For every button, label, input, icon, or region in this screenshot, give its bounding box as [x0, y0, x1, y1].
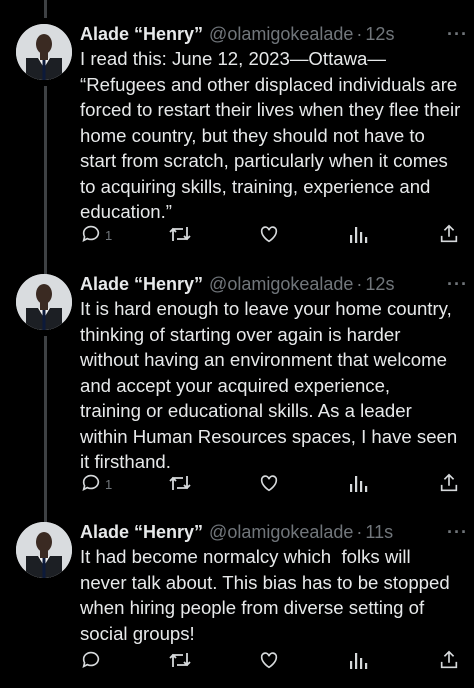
thread-connector: [44, 0, 47, 18]
more-options-icon[interactable]: ···: [447, 274, 468, 295]
tweet[interactable]: Alade “Henry” @olamigokealade · 12s ··· …: [0, 274, 474, 524]
reply-button[interactable]: 1: [80, 223, 112, 245]
reply-button[interactable]: [80, 649, 105, 671]
retweet-button[interactable]: [168, 223, 192, 245]
retweet-icon: [169, 476, 191, 490]
separator: ·: [356, 522, 363, 542]
views-icon: [350, 653, 368, 669]
reply-count: 1: [105, 227, 113, 243]
like-button[interactable]: [258, 223, 280, 245]
user-handle[interactable]: @olamigokealade: [209, 522, 353, 543]
avatar[interactable]: [16, 274, 72, 330]
avatar[interactable]: [16, 24, 72, 80]
tweet-actions: 1: [80, 472, 466, 496]
retweet-button[interactable]: [168, 472, 192, 494]
thread-connector: [44, 86, 47, 280]
retweet-button[interactable]: [168, 649, 192, 671]
tweet[interactable]: Alade “Henry” @olamigokealade · 12s ··· …: [0, 24, 474, 280]
like-icon: [260, 475, 278, 492]
retweet-icon: [169, 227, 191, 241]
share-icon: [440, 224, 458, 243]
timestamp[interactable]: 12s: [365, 274, 394, 295]
views-button[interactable]: [348, 223, 368, 245]
reply-button[interactable]: 1: [80, 472, 112, 494]
reply-icon: [82, 474, 100, 491]
like-icon: [260, 652, 278, 669]
tweet-actions: 1: [80, 223, 466, 247]
like-button[interactable]: [258, 472, 280, 494]
separator: ·: [356, 274, 363, 294]
separator: ·: [356, 24, 363, 44]
share-button[interactable]: [438, 649, 460, 671]
share-icon: [440, 650, 458, 669]
share-button[interactable]: [438, 223, 460, 245]
tweet-text: I read this: June 12, 2023—Ottawa— “Refu…: [80, 48, 461, 222]
display-name[interactable]: Alade “Henry”: [80, 522, 203, 543]
tweet-actions: [80, 649, 466, 673]
display-name[interactable]: Alade “Henry”: [80, 274, 203, 295]
views-button[interactable]: [348, 472, 368, 494]
share-icon: [440, 473, 458, 492]
display-name[interactable]: Alade “Henry”: [80, 24, 203, 45]
views-button[interactable]: [348, 649, 368, 671]
reply-icon: [82, 225, 100, 242]
reply-icon: [82, 651, 100, 668]
tweet-text: It had become normalcy which folks will …: [80, 546, 450, 644]
tweet-text: It is hard enough to leave your home cou…: [80, 298, 458, 472]
retweet-icon: [169, 653, 191, 667]
views-icon: [350, 476, 368, 492]
timestamp[interactable]: 11s: [365, 522, 393, 543]
reply-count: 1: [105, 476, 113, 492]
more-options-icon[interactable]: ···: [447, 522, 468, 543]
share-button[interactable]: [438, 472, 460, 494]
like-button[interactable]: [258, 649, 280, 671]
user-handle[interactable]: @olamigokealade: [209, 24, 353, 45]
views-icon: [350, 227, 368, 243]
like-icon: [260, 226, 278, 243]
more-options-icon[interactable]: ···: [447, 24, 468, 45]
user-handle[interactable]: @olamigokealade: [209, 274, 353, 295]
tweet[interactable]: Alade “Henry” @olamigokealade · 11s ··· …: [0, 522, 474, 688]
avatar[interactable]: [16, 522, 72, 578]
thread-view: Alade “Henry” @olamigokealade · 12s ··· …: [0, 0, 474, 688]
timestamp[interactable]: 12s: [365, 24, 394, 45]
thread-connector: [44, 336, 47, 524]
